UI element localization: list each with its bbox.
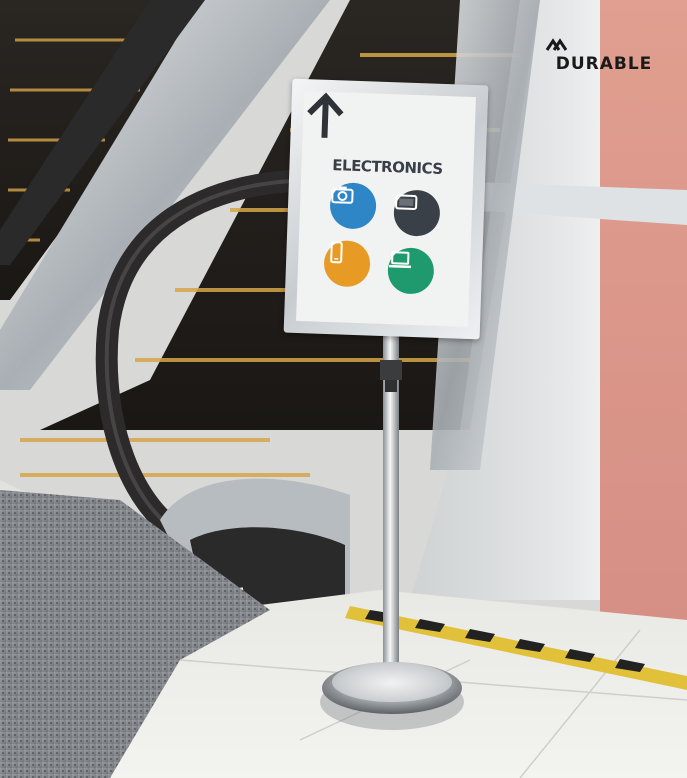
sign-board: ELECTRONICS [283, 78, 489, 340]
smartphone-icon [323, 239, 371, 288]
camera-icon [329, 182, 377, 230]
sign-title: ELECTRONICS [332, 156, 443, 178]
durable-logo: DURABLE [544, 38, 664, 78]
arrow-up-icon [307, 92, 344, 138]
tablet-icon [393, 189, 441, 237]
laptop-icon [387, 247, 435, 295]
photo-scene: DURABLE ELECTRONICS [0, 0, 687, 778]
brand-name: DURABLE [555, 54, 653, 74]
double-chevron-logo-icon [545, 38, 568, 51]
sign-poster: ELECTRONICS [296, 91, 476, 327]
